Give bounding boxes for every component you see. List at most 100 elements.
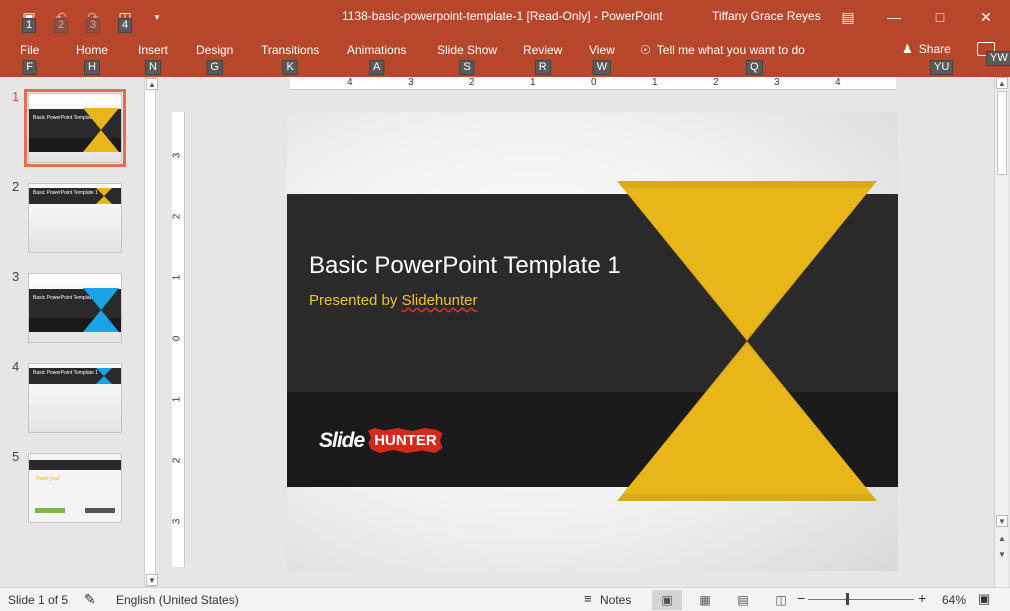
tab-home[interactable]: Home H [76,43,109,75]
slide-count[interactable]: Slide 1 of 5 [8,593,68,607]
keytip: K [282,60,298,75]
language[interactable]: English (United States) [116,593,239,607]
scroll-up-arrow[interactable]: ▲ [996,77,1008,89]
notes-button[interactable]: Notes [600,593,631,607]
keytip: F [22,60,38,75]
ribbon-tabs: File F Home H Insert N Design G Transitions K… [0,34,1010,77]
thumbnail-number: 1 [12,89,20,104]
reading-view-icon[interactable]: ▤ [728,590,758,610]
thumbnail-number: 5 [12,449,20,464]
ruler-label: 1 [171,396,183,403]
tab-label: Home [76,43,109,57]
tab-label: Transitions [261,43,320,57]
horizontal-ruler: 4 3 2 1 0 1 2 3 4 [290,77,896,90]
customize-qat-icon[interactable]: ▾ [146,6,168,28]
scroll-down-arrow[interactable]: ▼ [996,515,1008,527]
fit-to-window-icon[interactable]: ▣ [978,591,990,607]
slide-title[interactable]: Basic PowerPoint Template 1 [309,252,621,280]
keytip: 4 [118,18,133,33]
thumbnail-title: Basic PowerPoint Template 1 [33,190,98,196]
lightbulb-icon: ☉ [640,43,651,57]
hourglass-shape [96,188,112,204]
ruler-label: 4 [347,77,353,88]
tab-review[interactable]: Review R [523,43,562,75]
user-name[interactable]: Tiffany Grace Reyes [712,9,821,23]
keytip: Q [746,60,763,75]
ruler-label: 0 [591,77,597,88]
keytip: A [369,60,385,75]
thumbnail-scrollbar[interactable]: ▲ ▼ [144,77,158,587]
previous-slide-icon[interactable]: ▲ [996,533,1008,545]
slide-canvas[interactable]: Basic PowerPoint Template 1 Presented by… [287,112,898,571]
zoom-slider-thumb[interactable] [846,593,849,605]
slide-sorter-icon[interactable]: ▦ [690,590,720,610]
redo-icon[interactable]: ↷ 3 [82,6,104,33]
slideshow-view-icon[interactable]: ◫ [766,590,796,610]
thumbnail-image[interactable]: Basic PowerPoint Template 1 [28,273,122,343]
logo-text-right: HUNTER [368,428,443,453]
maximize-icon[interactable]: □ [928,6,952,28]
thumbnail-image[interactable]: Basic PowerPoint Template 1 [24,89,126,167]
spelling-check-icon[interactable]: ✎ [84,591,96,608]
logo-text-left: Slide [319,428,365,452]
ruler-label: 1 [171,274,183,281]
slide-thumbnail-pane: 1 Basic PowerPoint Template 1 2 Basic Po… [0,77,160,587]
ruler-label: 0 [171,335,183,342]
ruler-label: 3 [408,77,414,88]
thumbnail-image[interactable]: Basic PowerPoint Template 1 [28,363,122,433]
keytip: H [84,60,100,75]
ruler-label: 3 [171,518,183,525]
scroll-thumb[interactable] [997,91,1007,175]
tell-me-search[interactable]: ☉ Tell me what you want to do Q [640,43,805,75]
keytip: YU [930,60,954,75]
scroll-up-arrow[interactable]: ▲ [146,78,158,90]
save-icon[interactable]: ▣ 1 [18,6,40,33]
thumbnail-image[interactable]: Basic PowerPoint Template 1 [28,183,122,253]
undo-icon[interactable]: ↶ 2 [50,6,72,33]
ribbon-display-options-icon[interactable]: ▤ [836,6,860,28]
tab-animations[interactable]: Animations A [347,43,407,75]
hourglass-shape [96,368,112,384]
slide-scrollbar[interactable]: ▲ ▼ ▲ ▼ [994,77,1008,587]
ruler-label: 2 [171,457,183,464]
minimize-icon[interactable]: — [882,6,906,28]
keytip: S [459,60,475,75]
comments-icon[interactable]: YW [977,42,1010,66]
ruler-label: 2 [171,213,183,220]
zoom-slider[interactable] [808,599,914,600]
slide-subtitle[interactable]: Presented by Slidehunter [309,292,477,309]
zoom-in-icon[interactable]: + [918,590,926,606]
title-bar: ▣ 1 ↶ 2 ↷ 3 ◫ 4 ▾ 1138-basic-powerpoint-temp… [0,0,1010,34]
close-icon[interactable]: ✕ [974,6,998,28]
thumbnail-image[interactable]: Thank you! [28,453,122,523]
vertical-ruler: 3 2 1 0 1 2 3 [171,112,185,567]
thumbnail-number: 4 [12,359,20,374]
tab-label: Animations [347,43,407,57]
tab-view[interactable]: View W [589,43,615,75]
tab-transitions[interactable]: Transitions K [261,43,320,75]
tab-slide-show[interactable]: Slide Show S [437,43,497,75]
scroll-down-arrow[interactable]: ▼ [146,574,158,586]
next-slide-icon[interactable]: ▼ [996,549,1008,561]
tell-me-label: Tell me what you want to do [656,43,805,57]
notes-icon[interactable]: ≡ [584,591,592,606]
keytip: G [206,60,223,75]
tab-design[interactable]: Design G [196,43,233,75]
subtitle-prefix: Presented by [309,292,402,309]
normal-view-icon[interactable]: ▣ [652,590,682,610]
keytip: R [534,60,551,75]
hourglass-shape [617,181,877,501]
zoom-out-icon[interactable]: − [797,590,805,606]
ruler-label: 3 [171,152,183,159]
share-button[interactable]: ♟ Share YU [902,42,954,75]
tab-file[interactable]: File F [20,43,39,75]
keytip: 3 [86,18,101,33]
quick-access-toolbar: ▣ 1 ↶ 2 ↷ 3 ◫ 4 ▾ [18,6,168,33]
thumbnail-title: Thank you! [35,476,60,482]
zoom-level[interactable]: 64% [942,593,966,607]
subtitle-name: Slidehunter [401,292,478,309]
tab-insert[interactable]: Insert N [138,43,168,75]
window-title: 1138-basic-powerpoint-template-1 [Read-O… [342,9,663,23]
person-add-icon: ♟ [902,42,913,56]
start-slideshow-icon[interactable]: ◫ 4 [114,6,136,33]
